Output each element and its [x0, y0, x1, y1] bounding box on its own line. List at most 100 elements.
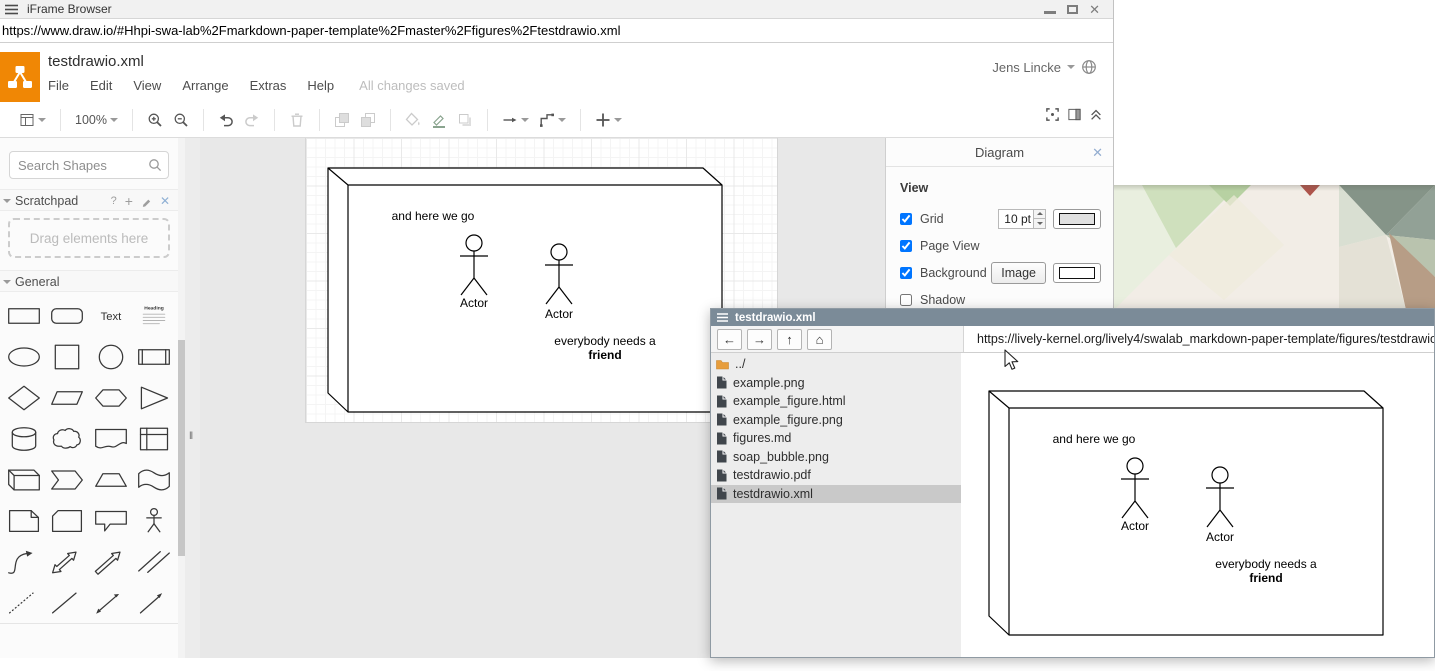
page-view-dropdown[interactable] — [14, 107, 51, 133]
file-row[interactable]: testdrawio.pdf — [711, 466, 961, 485]
shape-rounded-rectangle[interactable] — [46, 295, 90, 336]
search-icon[interactable] — [148, 158, 162, 172]
delete-icon — [284, 107, 310, 133]
shape-bidirectional-connector[interactable] — [89, 582, 133, 623]
scratchpad-drop-area[interactable]: Drag elements here — [8, 218, 170, 258]
menu-hamburger-icon[interactable] — [717, 313, 728, 322]
format-panel-close-icon[interactable]: ✕ — [1092, 138, 1103, 167]
forward-button[interactable]: → — [747, 329, 772, 350]
scratchpad-add-icon[interactable]: + — [125, 190, 133, 212]
shape-diamond[interactable] — [2, 377, 46, 418]
shape-card[interactable] — [46, 500, 90, 541]
shape-hexagon[interactable] — [89, 377, 133, 418]
shape-note[interactable] — [2, 500, 46, 541]
menu-edit[interactable]: Edit — [90, 78, 112, 93]
collapse-toolbar-icon[interactable] — [1089, 107, 1103, 122]
zoom-level-dropdown[interactable]: 100% — [70, 107, 123, 133]
shape-document[interactable] — [89, 418, 133, 459]
shape-square[interactable] — [46, 336, 90, 377]
diagram-main[interactable]: and here we goActorActoreverybody needs … — [308, 148, 778, 448]
background-color-swatch[interactable] — [1053, 263, 1101, 283]
waypoints-dropdown[interactable] — [534, 107, 571, 133]
shape-circle[interactable] — [89, 336, 133, 377]
shape-link[interactable] — [133, 541, 177, 582]
insert-dropdown[interactable] — [590, 107, 627, 133]
scratchpad-help-icon[interactable]: ? — [111, 190, 117, 212]
menu-file[interactable]: File — [48, 78, 69, 93]
shape-directional-connector[interactable] — [133, 582, 177, 623]
shape-rectangle[interactable] — [2, 295, 46, 336]
file-row[interactable]: example_figure.png — [711, 411, 961, 430]
search-shapes-input[interactable] — [9, 151, 169, 179]
up-button[interactable]: ↑ — [777, 329, 802, 350]
shape-text[interactable]: Text — [89, 295, 133, 336]
grid-color-swatch[interactable] — [1053, 209, 1101, 229]
scratchpad-close-icon[interactable]: ✕ — [160, 190, 170, 212]
menu-help[interactable]: Help — [307, 78, 334, 93]
connection-style-dropdown[interactable] — [497, 107, 534, 133]
file-row[interactable]: example.png — [711, 374, 961, 393]
grid-checkbox[interactable] — [900, 213, 912, 225]
line-color-icon[interactable] — [426, 107, 452, 133]
shape-internal-storage[interactable] — [133, 418, 177, 459]
general-section-header[interactable]: General — [0, 270, 178, 292]
shape-triangle[interactable] — [133, 377, 177, 418]
shape-process[interactable] — [133, 336, 177, 377]
background-checkbox[interactable] — [900, 267, 912, 279]
sidebar-scrollbar[interactable] — [178, 138, 185, 658]
shape-tape[interactable] — [133, 459, 177, 500]
home-button[interactable]: ⌂ — [807, 329, 832, 350]
user-menu[interactable]: Jens Lincke — [992, 59, 1097, 75]
undo-icon[interactable] — [213, 107, 239, 133]
shape-dotted-line[interactable] — [2, 582, 46, 623]
menu-view[interactable]: View — [133, 78, 161, 93]
redo-icon — [239, 107, 265, 133]
scratchpad-edit-icon[interactable] — [141, 196, 152, 207]
window2-titlebar[interactable]: testdrawio.xml — [711, 309, 1434, 326]
sidebar-resize-handle[interactable]: ‖ — [185, 138, 200, 658]
zoom-out-icon[interactable] — [168, 107, 194, 133]
shape-curve[interactable] — [2, 541, 46, 582]
scrollbar-thumb[interactable] — [178, 340, 185, 556]
shape-step[interactable] — [46, 459, 90, 500]
file-row[interactable]: soap_bubble.png — [711, 448, 961, 467]
menu-extras[interactable]: Extras — [250, 78, 287, 93]
window2-url-field[interactable]: https://lively-kernel.org/lively4/swalab… — [963, 326, 1434, 352]
file-row[interactable]: example_figure.html — [711, 392, 961, 411]
page-view-checkbox[interactable] — [900, 240, 912, 252]
shape-actor[interactable] — [133, 500, 177, 541]
fullscreen-icon[interactable] — [1045, 107, 1060, 122]
menu-arrange[interactable]: Arrange — [182, 78, 228, 93]
menu-hamburger-icon[interactable] — [5, 4, 18, 15]
shape-cube[interactable] — [2, 459, 46, 500]
file-row[interactable]: ../ — [711, 355, 961, 374]
shape-line[interactable] — [46, 582, 90, 623]
shape-ellipse[interactable] — [2, 336, 46, 377]
background-image-button[interactable]: Image — [991, 262, 1046, 284]
maximize-icon[interactable] — [1067, 5, 1078, 14]
shape-arrow[interactable] — [89, 541, 133, 582]
shape-textbox[interactable]: Heading — [133, 295, 177, 336]
shape-cloud[interactable] — [46, 418, 90, 459]
back-button[interactable]: ← — [717, 329, 742, 350]
zoom-in-icon[interactable] — [142, 107, 168, 133]
format-panel-toggle-icon[interactable] — [1067, 107, 1082, 122]
scratchpad-header[interactable]: Scratchpad ? + ✕ — [0, 189, 178, 211]
shape-callout[interactable] — [89, 500, 133, 541]
shape-bidirectional-arrow[interactable] — [46, 541, 90, 582]
shape-trapezoid[interactable] — [89, 459, 133, 500]
file-row[interactable]: testdrawio.xml — [711, 485, 961, 504]
window1-url-bar[interactable]: https://www.draw.io/#Hhpi-swa-lab%2Fmark… — [0, 19, 1113, 43]
shape-parallelogram[interactable] — [46, 377, 90, 418]
shadow-checkbox[interactable] — [900, 294, 912, 306]
minimize-icon[interactable] — [1044, 11, 1056, 14]
grid-size-input[interactable] — [998, 209, 1034, 229]
mouse-cursor — [1001, 349, 1021, 371]
close-icon[interactable]: ✕ — [1089, 4, 1100, 15]
globe-icon[interactable] — [1081, 59, 1097, 75]
shadow-label: Shadow — [920, 293, 965, 307]
window1-titlebar[interactable]: iFrame Browser ✕ — [0, 0, 1113, 19]
grid-size-stepper[interactable] — [1034, 209, 1046, 229]
shape-cylinder[interactable] — [2, 418, 46, 459]
file-row[interactable]: figures.md — [711, 429, 961, 448]
